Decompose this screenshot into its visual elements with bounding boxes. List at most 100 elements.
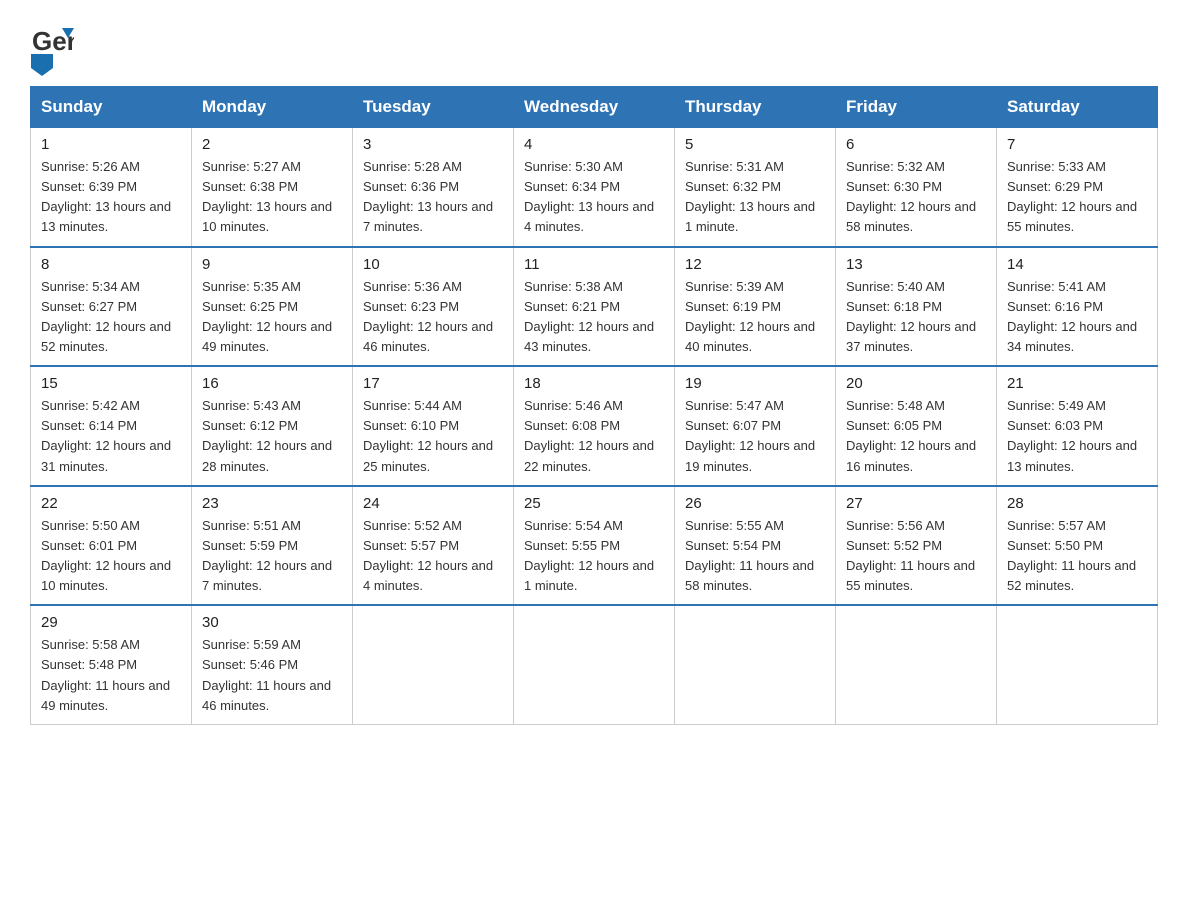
day-info: Sunrise: 5:30 AMSunset: 6:34 PMDaylight:…	[524, 157, 664, 238]
day-info: Sunrise: 5:56 AMSunset: 5:52 PMDaylight:…	[846, 516, 986, 597]
calendar-cell: 17Sunrise: 5:44 AMSunset: 6:10 PMDayligh…	[353, 366, 514, 486]
day-info: Sunrise: 5:52 AMSunset: 5:57 PMDaylight:…	[363, 516, 503, 597]
day-info: Sunrise: 5:33 AMSunset: 6:29 PMDaylight:…	[1007, 157, 1147, 238]
day-info: Sunrise: 5:47 AMSunset: 6:07 PMDaylight:…	[685, 396, 825, 477]
day-number: 7	[1007, 136, 1147, 153]
calendar-cell: 10 Sunrise: 5:36 AMSunset: 6:23 PMDayligh…	[353, 247, 514, 367]
calendar-cell: 20 Sunrise: 5:48 AMSunset: 6:05 PMDayligh…	[836, 366, 997, 486]
day-number: 5	[685, 136, 825, 153]
day-number: 23	[202, 495, 342, 512]
day-number: 29	[41, 614, 181, 631]
calendar-cell: 16 Sunrise: 5:43 AMSunset: 6:12 PMDayligh…	[192, 366, 353, 486]
day-number: 18	[524, 375, 664, 392]
weekday-header-tuesday: Tuesday	[353, 87, 514, 128]
weekday-header-friday: Friday	[836, 87, 997, 128]
calendar-cell: 27 Sunrise: 5:56 AMSunset: 5:52 PMDayligh…	[836, 486, 997, 606]
day-info: Sunrise: 5:50 AMSunset: 6:01 PMDaylight:…	[41, 516, 181, 597]
day-info: Sunrise: 5:42 AMSunset: 6:14 PMDaylight:…	[41, 396, 181, 477]
weekday-header-row: SundayMondayTuesdayWednesdayThursdayFrid…	[31, 87, 1158, 128]
calendar-week-row: 1 Sunrise: 5:26 AMSunset: 6:39 PMDaylight…	[31, 128, 1158, 247]
calendar-cell: 7 Sunrise: 5:33 AMSunset: 6:29 PMDaylight…	[997, 128, 1158, 247]
day-info: Sunrise: 5:34 AMSunset: 6:27 PMDaylight:…	[41, 277, 181, 358]
weekday-header-saturday: Saturday	[997, 87, 1158, 128]
day-info: Sunrise: 5:59 AMSunset: 5:46 PMDaylight:…	[202, 635, 342, 716]
day-number: 10	[363, 256, 503, 273]
day-info: Sunrise: 5:49 AMSunset: 6:03 PMDaylight:…	[1007, 396, 1147, 477]
calendar-cell: 9 Sunrise: 5:35 AMSunset: 6:25 PMDaylight…	[192, 247, 353, 367]
day-number: 11	[524, 256, 664, 273]
calendar-cell: 19 Sunrise: 5:47 AMSunset: 6:07 PMDayligh…	[675, 366, 836, 486]
calendar-cell	[997, 605, 1158, 724]
day-info: Sunrise: 5:36 AMSunset: 6:23 PMDaylight:…	[363, 277, 503, 358]
day-info: Sunrise: 5:39 AMSunset: 6:19 PMDaylight:…	[685, 277, 825, 358]
day-number: 3	[363, 136, 503, 153]
calendar-cell: 29 Sunrise: 5:58 AMSunset: 5:48 PMDayligh…	[31, 605, 192, 724]
day-info: Sunrise: 5:46 AMSunset: 6:08 PMDaylight:…	[524, 396, 664, 477]
calendar-week-row: 15Sunrise: 5:42 AMSunset: 6:14 PMDayligh…	[31, 366, 1158, 486]
calendar-cell: 22 Sunrise: 5:50 AMSunset: 6:01 PMDayligh…	[31, 486, 192, 606]
day-info: Sunrise: 5:51 AMSunset: 5:59 PMDaylight:…	[202, 516, 342, 597]
day-number: 2	[202, 136, 342, 153]
day-info: Sunrise: 5:26 AMSunset: 6:39 PMDaylight:…	[41, 157, 181, 238]
calendar-cell: 12 Sunrise: 5:39 AMSunset: 6:19 PMDayligh…	[675, 247, 836, 367]
day-info: Sunrise: 5:27 AMSunset: 6:38 PMDaylight:…	[202, 157, 342, 238]
day-number: 6	[846, 136, 986, 153]
calendar-cell	[353, 605, 514, 724]
page-header: General	[30, 20, 1158, 76]
day-number: 19	[685, 375, 825, 392]
calendar-cell	[675, 605, 836, 724]
day-number: 30	[202, 614, 342, 631]
calendar-cell: 25 Sunrise: 5:54 AMSunset: 5:55 PMDayligh…	[514, 486, 675, 606]
calendar-cell: 23 Sunrise: 5:51 AMSunset: 5:59 PMDayligh…	[192, 486, 353, 606]
day-info: Sunrise: 5:58 AMSunset: 5:48 PMDaylight:…	[41, 635, 181, 716]
calendar-cell	[514, 605, 675, 724]
day-info: Sunrise: 5:41 AMSunset: 6:16 PMDaylight:…	[1007, 277, 1147, 358]
day-number: 1	[41, 136, 181, 153]
day-info: Sunrise: 5:35 AMSunset: 6:25 PMDaylight:…	[202, 277, 342, 358]
day-info: Sunrise: 5:48 AMSunset: 6:05 PMDaylight:…	[846, 396, 986, 477]
day-info: Sunrise: 5:32 AMSunset: 6:30 PMDaylight:…	[846, 157, 986, 238]
day-info: Sunrise: 5:40 AMSunset: 6:18 PMDaylight:…	[846, 277, 986, 358]
day-info: Sunrise: 5:43 AMSunset: 6:12 PMDaylight:…	[202, 396, 342, 477]
day-number: 14	[1007, 256, 1147, 273]
day-info: Sunrise: 5:31 AMSunset: 6:32 PMDaylight:…	[685, 157, 825, 238]
calendar-cell: 14 Sunrise: 5:41 AMSunset: 6:16 PMDayligh…	[997, 247, 1158, 367]
calendar-cell: 1 Sunrise: 5:26 AMSunset: 6:39 PMDaylight…	[31, 128, 192, 247]
calendar-cell: 11Sunrise: 5:38 AMSunset: 6:21 PMDayligh…	[514, 247, 675, 367]
calendar-week-row: 22 Sunrise: 5:50 AMSunset: 6:01 PMDayligh…	[31, 486, 1158, 606]
day-number: 24	[363, 495, 503, 512]
calendar-cell: 6 Sunrise: 5:32 AMSunset: 6:30 PMDaylight…	[836, 128, 997, 247]
day-number: 8	[41, 256, 181, 273]
calendar-cell: 15Sunrise: 5:42 AMSunset: 6:14 PMDayligh…	[31, 366, 192, 486]
day-number: 27	[846, 495, 986, 512]
day-number: 25	[524, 495, 664, 512]
day-number: 12	[685, 256, 825, 273]
calendar-cell: 28 Sunrise: 5:57 AMSunset: 5:50 PMDayligh…	[997, 486, 1158, 606]
calendar-cell: 21 Sunrise: 5:49 AMSunset: 6:03 PMDayligh…	[997, 366, 1158, 486]
calendar-cell: 13 Sunrise: 5:40 AMSunset: 6:18 PMDayligh…	[836, 247, 997, 367]
day-number: 28	[1007, 495, 1147, 512]
day-info: Sunrise: 5:57 AMSunset: 5:50 PMDaylight:…	[1007, 516, 1147, 597]
day-number: 13	[846, 256, 986, 273]
calendar-cell: 26 Sunrise: 5:55 AMSunset: 5:54 PMDayligh…	[675, 486, 836, 606]
weekday-header-thursday: Thursday	[675, 87, 836, 128]
day-info: Sunrise: 5:55 AMSunset: 5:54 PMDaylight:…	[685, 516, 825, 597]
weekday-header-sunday: Sunday	[31, 87, 192, 128]
calendar-cell: 24 Sunrise: 5:52 AMSunset: 5:57 PMDayligh…	[353, 486, 514, 606]
day-number: 4	[524, 136, 664, 153]
day-number: 9	[202, 256, 342, 273]
weekday-header-monday: Monday	[192, 87, 353, 128]
calendar-cell: 3 Sunrise: 5:28 AMSunset: 6:36 PMDaylight…	[353, 128, 514, 247]
calendar-week-row: 29 Sunrise: 5:58 AMSunset: 5:48 PMDayligh…	[31, 605, 1158, 724]
calendar-week-row: 8 Sunrise: 5:34 AMSunset: 6:27 PMDaylight…	[31, 247, 1158, 367]
day-number: 16	[202, 375, 342, 392]
calendar-cell: 2 Sunrise: 5:27 AMSunset: 6:38 PMDaylight…	[192, 128, 353, 247]
day-number: 26	[685, 495, 825, 512]
day-number: 21	[1007, 375, 1147, 392]
day-number: 20	[846, 375, 986, 392]
calendar-cell	[836, 605, 997, 724]
day-number: 22	[41, 495, 181, 512]
calendar-cell: 5 Sunrise: 5:31 AMSunset: 6:32 PMDaylight…	[675, 128, 836, 247]
day-info: Sunrise: 5:54 AMSunset: 5:55 PMDaylight:…	[524, 516, 664, 597]
day-info: Sunrise: 5:28 AMSunset: 6:36 PMDaylight:…	[363, 157, 503, 238]
